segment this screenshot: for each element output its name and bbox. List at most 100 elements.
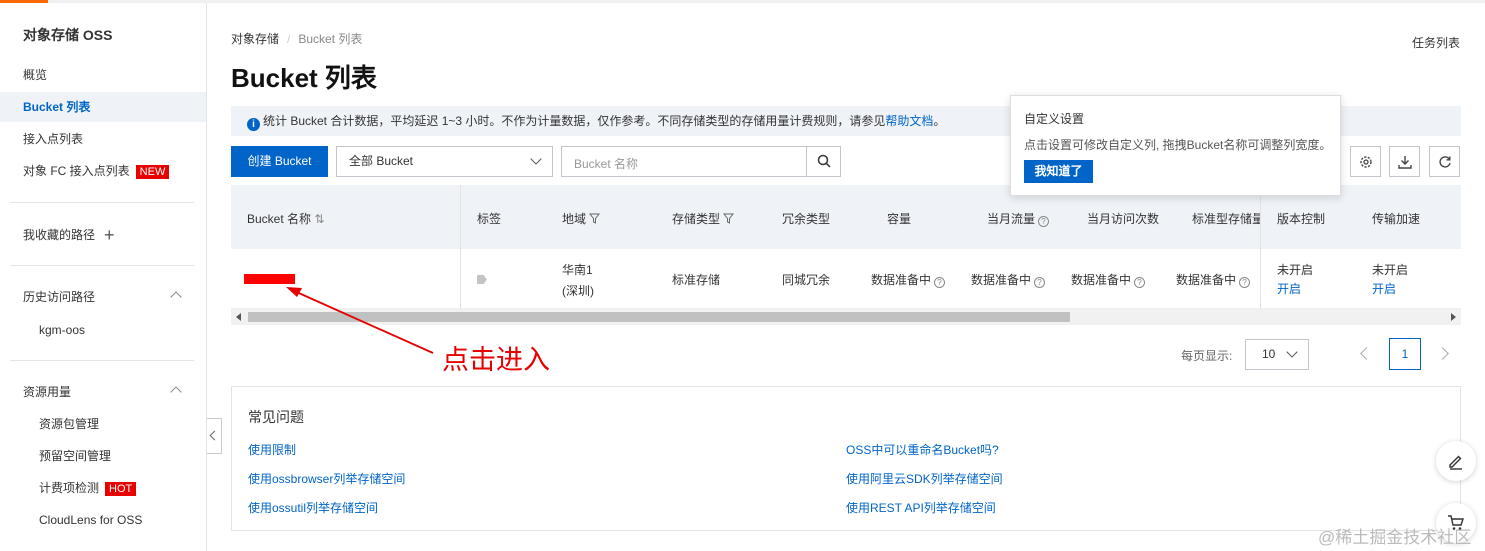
link-text[interactable]: 开启 (1372, 282, 1396, 296)
customize-popover: 自定义设置 点击设置可修改自定义列, 拖拽Bucket名称可调整列宽度。 我知道… (1010, 95, 1341, 196)
sidebar-item-label: 概览 (23, 68, 48, 82)
download-button[interactable] (1389, 146, 1420, 177)
column-header-storage-type[interactable]: 存储类型 (672, 210, 735, 227)
column-header-versioning: 版本控制 (1277, 210, 1325, 227)
feedback-button[interactable] (1436, 441, 1476, 481)
redundancy-cell: 同城冗余 (782, 273, 831, 287)
search-button[interactable] (806, 147, 840, 176)
column-label: 当月流量 (987, 212, 1036, 226)
page-title: Bucket 列表 (231, 63, 377, 93)
sidebar-section-history[interactable]: 历史访问路径 (0, 282, 206, 312)
faq-link[interactable]: 使用限制 (248, 441, 296, 458)
sidebar-item-label: CloudLens for OSS (39, 513, 143, 527)
sidebar-item-label: 资源包管理 (39, 417, 100, 431)
sidebar-item-reserved-space[interactable]: 预留空间管理 (0, 441, 206, 471)
help-icon[interactable]: ? (1038, 216, 1050, 227)
sidebar-item-label: kgm-oos (39, 323, 86, 337)
breadcrumb-item[interactable]: 对象存储 (231, 32, 279, 46)
help-icon[interactable]: ? (934, 277, 946, 288)
select-value: 全部 Bucket (349, 154, 414, 168)
faq-link[interactable]: 使用ossutil列举存储空间 (248, 499, 378, 516)
sidebar-item-access-points[interactable]: 接入点列表 (0, 124, 206, 154)
got-it-button[interactable]: 我知道了 (1024, 160, 1093, 183)
plus-icon[interactable]: + (104, 220, 115, 250)
column-label: 当月访问次数 (1087, 212, 1160, 226)
versioning-enable-link[interactable]: 开启 (1277, 280, 1301, 297)
faq-panel: 常见问题 使用限制 使用ossbrowser列举存储空间 使用ossutil列举… (231, 386, 1461, 531)
column-header-redundancy: 冗余类型 (782, 210, 830, 227)
settings-button[interactable] (1350, 146, 1381, 177)
scroll-right-arrow[interactable] (1451, 313, 1456, 321)
column-label: Bucket 名称 (247, 212, 312, 226)
sidebar-item-label: 计费项检测 (39, 481, 100, 495)
horizontal-scrollbar[interactable] (231, 309, 1461, 325)
sidebar-collapse-button[interactable] (207, 418, 222, 454)
faq-link[interactable]: 使用阿里云SDK列举存储空间 (846, 470, 1003, 487)
sidebar-item-history-path[interactable]: kgm-oos (0, 315, 206, 345)
prev-page-button[interactable] (1360, 347, 1373, 360)
column-header-region[interactable]: 地域 (562, 210, 601, 227)
bucket-name-link-redacted[interactable] (244, 274, 295, 284)
column-divider (1260, 249, 1261, 309)
sidebar-item-label: Bucket 列表 (23, 100, 91, 114)
divider (10, 265, 194, 266)
acceleration-enable-link[interactable]: 开启 (1372, 280, 1396, 297)
search-placeholder: Bucket 名称 (574, 157, 639, 171)
create-bucket-button[interactable]: 创建 Bucket (231, 146, 328, 177)
sidebar-item-overview[interactable]: 概览 (0, 60, 206, 90)
bucket-search-input[interactable]: Bucket 名称 (561, 146, 841, 177)
tag-icon[interactable] (477, 275, 487, 284)
top-border (0, 0, 1485, 3)
sidebar-item-label: 历史访问路径 (23, 290, 96, 304)
new-badge: NEW (135, 164, 170, 179)
filter-icon[interactable] (589, 213, 601, 224)
sidebar-item-label: 对象 FC 接入点列表 (23, 164, 130, 178)
column-label: 版本控制 (1277, 212, 1326, 226)
per-page-select[interactable]: 10 (1245, 339, 1309, 370)
help-icon[interactable]: ? (1239, 277, 1251, 288)
column-label: 地域 (562, 212, 587, 226)
watermark: @稀土掘金技术社区 (1318, 528, 1472, 547)
breadcrumb-current: Bucket 列表 (298, 32, 363, 46)
help-doc-link[interactable]: 帮助文档 (885, 114, 933, 128)
column-label: 冗余类型 (782, 212, 831, 226)
scrollbar-thumb[interactable] (248, 312, 1070, 322)
storage-type-cell: 标准存储 (672, 273, 721, 287)
versioning-status: 未开启 (1277, 263, 1314, 277)
sidebar-item-bucket-list[interactable]: Bucket 列表 (0, 92, 206, 122)
sidebar: 对象存储 OSS 概览 Bucket 列表 接入点列表 对象 FC 接入点列表 N… (0, 3, 207, 551)
sidebar-item-favorites[interactable]: 我收藏的路径 + (0, 220, 206, 250)
notice-text: 统计 Bucket 合计数据，平均延迟 1~3 小时。不作为计量数据，仅作参考。… (263, 114, 886, 128)
page-number-button[interactable]: 1 (1389, 338, 1421, 370)
capacity-cell: 数据准备中? (871, 271, 946, 288)
breadcrumb-separator: / (287, 32, 291, 46)
select-value: 10 (1262, 347, 1276, 361)
faq-link[interactable]: OSS中可以重命名Bucket吗? (846, 441, 999, 458)
filter-icon[interactable] (723, 213, 735, 224)
column-header-standard-storage: 标准型存储量 (1192, 210, 1260, 227)
divider (10, 202, 194, 203)
scroll-left-arrow[interactable] (236, 313, 241, 321)
column-label: 标签 (477, 212, 502, 226)
column-header-name[interactable]: Bucket 名称 ⇅ (247, 210, 324, 227)
faq-link[interactable]: 使用ossbrowser列举存储空间 (248, 470, 405, 487)
popover-title: 自定义设置 (1024, 112, 1085, 126)
sidebar-item-billing-check[interactable]: 计费项检测 HOT (0, 473, 206, 503)
region-cell: 华南1 (562, 263, 593, 277)
faq-title: 常见问题 (248, 409, 304, 425)
faq-link[interactable]: 使用REST API列举存储空间 (846, 499, 996, 516)
sidebar-item-cloudlens[interactable]: CloudLens for OSS (0, 505, 206, 535)
refresh-button[interactable] (1429, 146, 1460, 177)
help-icon[interactable]: ? (1034, 277, 1046, 288)
sort-icon[interactable]: ⇅ (314, 212, 324, 226)
sidebar-item-fc-access-points[interactable]: 对象 FC 接入点列表 NEW (0, 156, 206, 186)
sidebar-section-resources[interactable]: 资源用量 (0, 377, 206, 407)
divider (10, 360, 194, 361)
help-icon[interactable]: ? (1134, 277, 1146, 288)
next-page-button[interactable] (1436, 347, 1449, 360)
task-list-link[interactable]: 任务列表 (1412, 34, 1460, 51)
sidebar-item-resource-packages[interactable]: 资源包管理 (0, 409, 206, 439)
bucket-filter-select[interactable]: 全部 Bucket (336, 146, 553, 177)
column-header-tags: 标签 (477, 210, 501, 227)
link-text[interactable]: 开启 (1277, 282, 1301, 296)
